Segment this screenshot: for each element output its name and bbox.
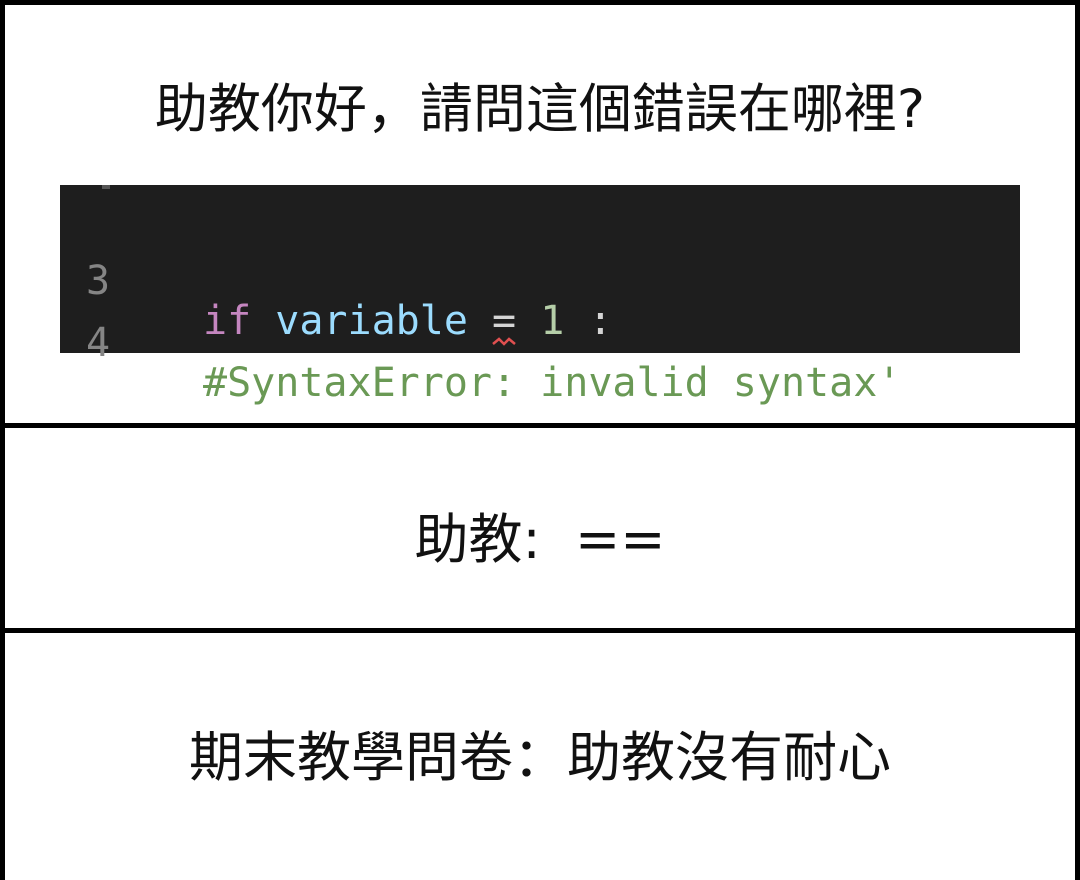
line-number: 4 bbox=[86, 320, 111, 366]
code-line-4: 4 #SyntaxError: invalid syntax' bbox=[60, 283, 901, 443]
review-panel: 期末教學問卷：助教沒有耐心 bbox=[5, 633, 1075, 880]
number-literal: 1 bbox=[540, 298, 565, 344]
error-squiggle-icon bbox=[492, 337, 516, 346]
answer-panel: 助教: == bbox=[5, 428, 1075, 628]
meme-comic: 助教你好，請問這個錯誤在哪裡? 3 if variable = 1 : 4 #S… bbox=[0, 0, 1080, 880]
scroll-gutter-mark bbox=[102, 185, 110, 189]
code-editor-snippet: 3 if variable = 1 : 4 #SyntaxError: inva… bbox=[60, 185, 1020, 403]
syntax-error-comment: #SyntaxError: invalid syntax' bbox=[203, 360, 902, 406]
code-content: if variable = 1 : bbox=[203, 298, 613, 346]
ta-answer-text: 助教: == bbox=[414, 508, 666, 571]
variable-token: variable bbox=[275, 298, 468, 344]
course-review-text: 期末教學問卷：助教沒有耐心 bbox=[189, 726, 891, 789]
student-question-text: 助教你好，請問這個錯誤在哪裡? bbox=[154, 79, 926, 140]
assignment-operator: = bbox=[492, 298, 516, 346]
question-panel: 助教你好，請問這個錯誤在哪裡? 3 if variable = 1 : 4 #S… bbox=[5, 5, 1075, 423]
colon-token: : bbox=[588, 298, 613, 344]
